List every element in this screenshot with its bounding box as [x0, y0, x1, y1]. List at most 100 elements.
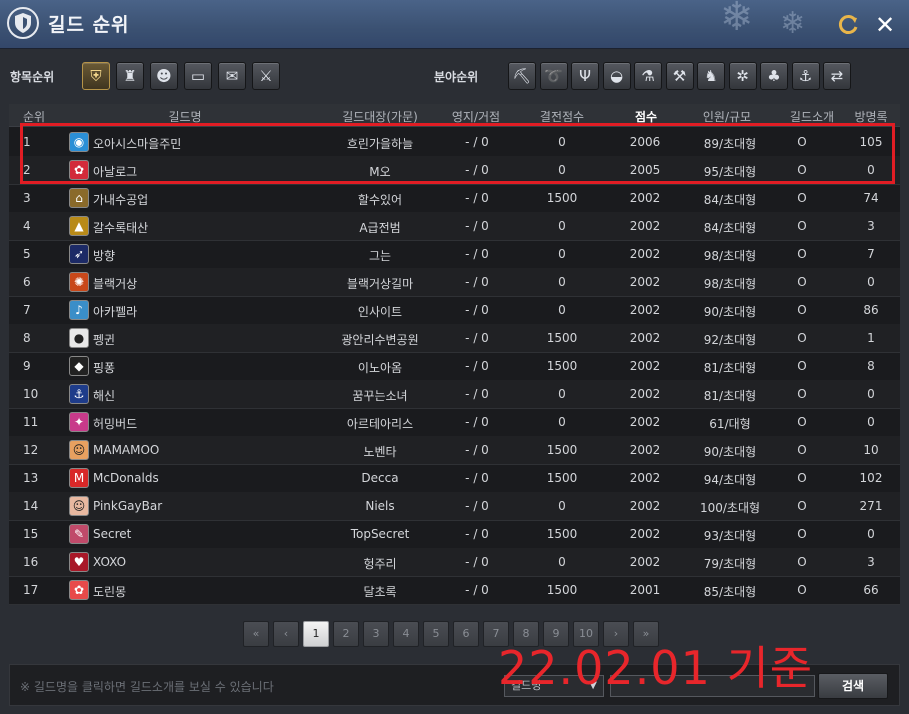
- cell-guild-name[interactable]: McDonalds: [93, 471, 293, 485]
- cell-score: 2002: [629, 555, 661, 569]
- cell-guestbook: 1: [867, 331, 875, 345]
- hammer-icon[interactable]: ⚒: [665, 62, 694, 90]
- cell-guild-name[interactable]: 핑퐁: [93, 359, 293, 376]
- pickaxe-icon[interactable]: ⛏: [508, 62, 536, 90]
- cell-guild-name[interactable]: 가내수공업: [93, 191, 293, 208]
- table-row[interactable]: ✿ 17 도린몽 달초록 - / 0 1500 2001 85/초대형 O 66: [9, 576, 900, 605]
- cell-rank: 6: [23, 275, 31, 289]
- table-row[interactable]: ◆ 9 핑퐁 이노아옴 - / 0 1500 2002 81/초대형 O 8: [9, 352, 900, 381]
- cell-intro: O: [797, 527, 807, 541]
- anchor-icon[interactable]: ⚓: [791, 62, 820, 90]
- cell-guild-name[interactable]: 허밍버드: [93, 415, 293, 432]
- table-row[interactable]: ✎ 15 Secret TopSecret - / 0 1500 2002 93/초대형 O 0: [9, 520, 900, 549]
- table-row[interactable]: M 13 McDonalds Decca - / 0 1500 2002 94/초대형 O 102: [9, 464, 900, 493]
- page-button[interactable]: 3: [363, 621, 389, 647]
- cell-guild-name[interactable]: PinkGayBar: [93, 499, 293, 513]
- crossed-shield-icon[interactable]: ⚔: [252, 62, 280, 90]
- cell-battle-score: 0: [558, 219, 566, 233]
- table-row[interactable]: ✺ 6 블랙거상 블랙거상길마 - / 0 0 2002 98/초대형 O 0: [9, 268, 900, 297]
- cell-leader: 광안리수변공원: [341, 333, 419, 347]
- people-icon[interactable]: ☻: [150, 62, 178, 90]
- cell-territory: - / 0: [465, 387, 489, 401]
- guild-mark-icon: ✿: [69, 580, 89, 600]
- prev-page-button[interactable]: ‹: [273, 621, 299, 647]
- trade-arrows-icon[interactable]: ⇄: [823, 62, 851, 90]
- shield-crest-icon[interactable]: ⛨: [82, 62, 110, 90]
- scroll-icon[interactable]: ✉: [218, 62, 246, 90]
- search-button[interactable]: 검색: [818, 673, 888, 699]
- table-row[interactable]: ☺ 14 PinkGayBar Niels - / 0 0 2002 100/초대형 O 271: [9, 492, 900, 521]
- cell-leader: 노벤타: [363, 445, 397, 459]
- flask-icon[interactable]: ♜: [116, 62, 144, 90]
- guild-mark-icon: ✺: [69, 272, 89, 292]
- table-row[interactable]: ● 8 펭귄 광안리수변공원 - / 0 1500 2002 92/초대형 O 1: [9, 324, 900, 353]
- table-row[interactable]: ♥ 16 XOXO 헝주리 - / 0 0 2002 79/초대형 O 3: [9, 548, 900, 577]
- cell-score: 2002: [629, 275, 661, 289]
- cell-guestbook: 8: [867, 359, 875, 373]
- table-row[interactable]: ✦ 11 허밍버드 아르테아리스 - / 0 0 2002 61/대형 O 0: [9, 408, 900, 437]
- table-row[interactable]: ▲ 4 갈수록태산 A급전범 - / 0 0 2002 84/초대형 O 3: [9, 212, 900, 241]
- cell-guild-name[interactable]: 블랙거상: [93, 275, 293, 292]
- page-button[interactable]: 1: [303, 621, 329, 647]
- close-icon[interactable]: ✕: [872, 12, 898, 38]
- cell-score: 2001: [629, 583, 661, 597]
- cell-guild-name[interactable]: 방향: [93, 247, 293, 264]
- cell-guild-name[interactable]: Secret: [93, 527, 293, 541]
- table-row[interactable]: ➶ 5 방향 그는 - / 0 0 2002 98/초대형 O 7: [9, 240, 900, 269]
- cell-guild-name[interactable]: MAMAMOO: [93, 443, 293, 457]
- cell-guild-name[interactable]: 도린몽: [93, 583, 293, 600]
- cell-battle-score: 0: [558, 555, 566, 569]
- cell-score: 2002: [629, 303, 661, 317]
- cell-members: 92/초대형: [703, 333, 757, 347]
- cell-rank: 10: [23, 387, 39, 401]
- cell-guild-name[interactable]: 갈수록태산: [93, 219, 293, 236]
- cell-leader: Decca: [361, 471, 399, 485]
- snowflake-decoration-icon: ❄: [720, 0, 754, 40]
- cell-battle-score: 0: [558, 275, 566, 289]
- cell-guestbook: 10: [863, 443, 879, 457]
- sprout-icon[interactable]: ♣: [760, 62, 788, 90]
- cell-guild-name[interactable]: XOXO: [93, 555, 293, 569]
- cell-leader: 헝주리: [363, 557, 397, 571]
- cell-battle-score: 0: [558, 387, 566, 401]
- cell-territory: - / 0: [465, 583, 489, 597]
- page-button[interactable]: 5: [423, 621, 449, 647]
- cell-leader: 블랙거상길마: [346, 277, 414, 291]
- refresh-icon[interactable]: [835, 12, 861, 38]
- table-row[interactable]: ☺ 12 MAMAMOO 노벤타 - / 0 1500 2002 90/초대형 O 10: [9, 436, 900, 465]
- fish-icon[interactable]: ➰: [539, 62, 568, 90]
- cell-score: 2002: [629, 191, 661, 205]
- cell-guestbook: 86: [863, 303, 879, 317]
- deer-icon[interactable]: Ψ: [571, 62, 599, 90]
- cell-intro: O: [797, 415, 807, 429]
- first-page-button[interactable]: «: [243, 621, 269, 647]
- cell-guestbook: 0: [867, 527, 875, 541]
- table-row[interactable]: ♪ 7 아카펠라 인사이트 - / 0 0 2002 90/초대형 O 86: [9, 296, 900, 325]
- cell-territory: - / 0: [465, 247, 489, 261]
- cell-guild-name[interactable]: 펭귄: [93, 331, 293, 348]
- cell-score: 2002: [629, 331, 661, 345]
- cell-battle-score: 1500: [546, 583, 578, 597]
- page-button[interactable]: 6: [453, 621, 479, 647]
- wheel-icon[interactable]: ✲: [728, 62, 757, 90]
- category-toolbar: 항목순위 ⛨ ♜ ☻ ▭ ✉ ⚔ 분야순위 ⛏ ➰ Ψ ◒ ⚗ ⚒ ♞ ✲ ♣ ⚓ ⇄: [0, 58, 909, 96]
- title-bar[interactable]: ❄ ❄ 길드 순위 ✕: [0, 0, 909, 49]
- pot-icon[interactable]: ◒: [602, 62, 631, 90]
- cell-guild-name[interactable]: 아카펠라: [93, 303, 293, 320]
- cell-leader: 할수있어: [357, 193, 403, 207]
- cell-leader: TopSecret: [350, 527, 410, 541]
- cell-leader: 인사이트: [357, 305, 403, 319]
- horse-icon[interactable]: ♞: [697, 62, 725, 90]
- potion-icon[interactable]: ⚗: [634, 62, 662, 90]
- table-row[interactable]: ⌂ 3 가내수공업 할수있어 - / 0 1500 2002 84/초대형 O 74: [9, 184, 900, 213]
- cell-rank: 17: [23, 583, 39, 597]
- chat-icon[interactable]: ▭: [184, 62, 212, 90]
- cell-battle-score: 0: [558, 303, 566, 317]
- cell-intro: O: [797, 247, 807, 261]
- table-row[interactable]: ⚓ 10 해신 꿈꾸는소녀 - / 0 0 2002 81/초대형 O 0: [9, 380, 900, 409]
- cell-battle-score: 0: [558, 415, 566, 429]
- window-title: 길드 순위: [48, 14, 130, 36]
- cell-guild-name[interactable]: 해신: [93, 387, 293, 404]
- page-button[interactable]: 2: [333, 621, 359, 647]
- page-button[interactable]: 4: [393, 621, 419, 647]
